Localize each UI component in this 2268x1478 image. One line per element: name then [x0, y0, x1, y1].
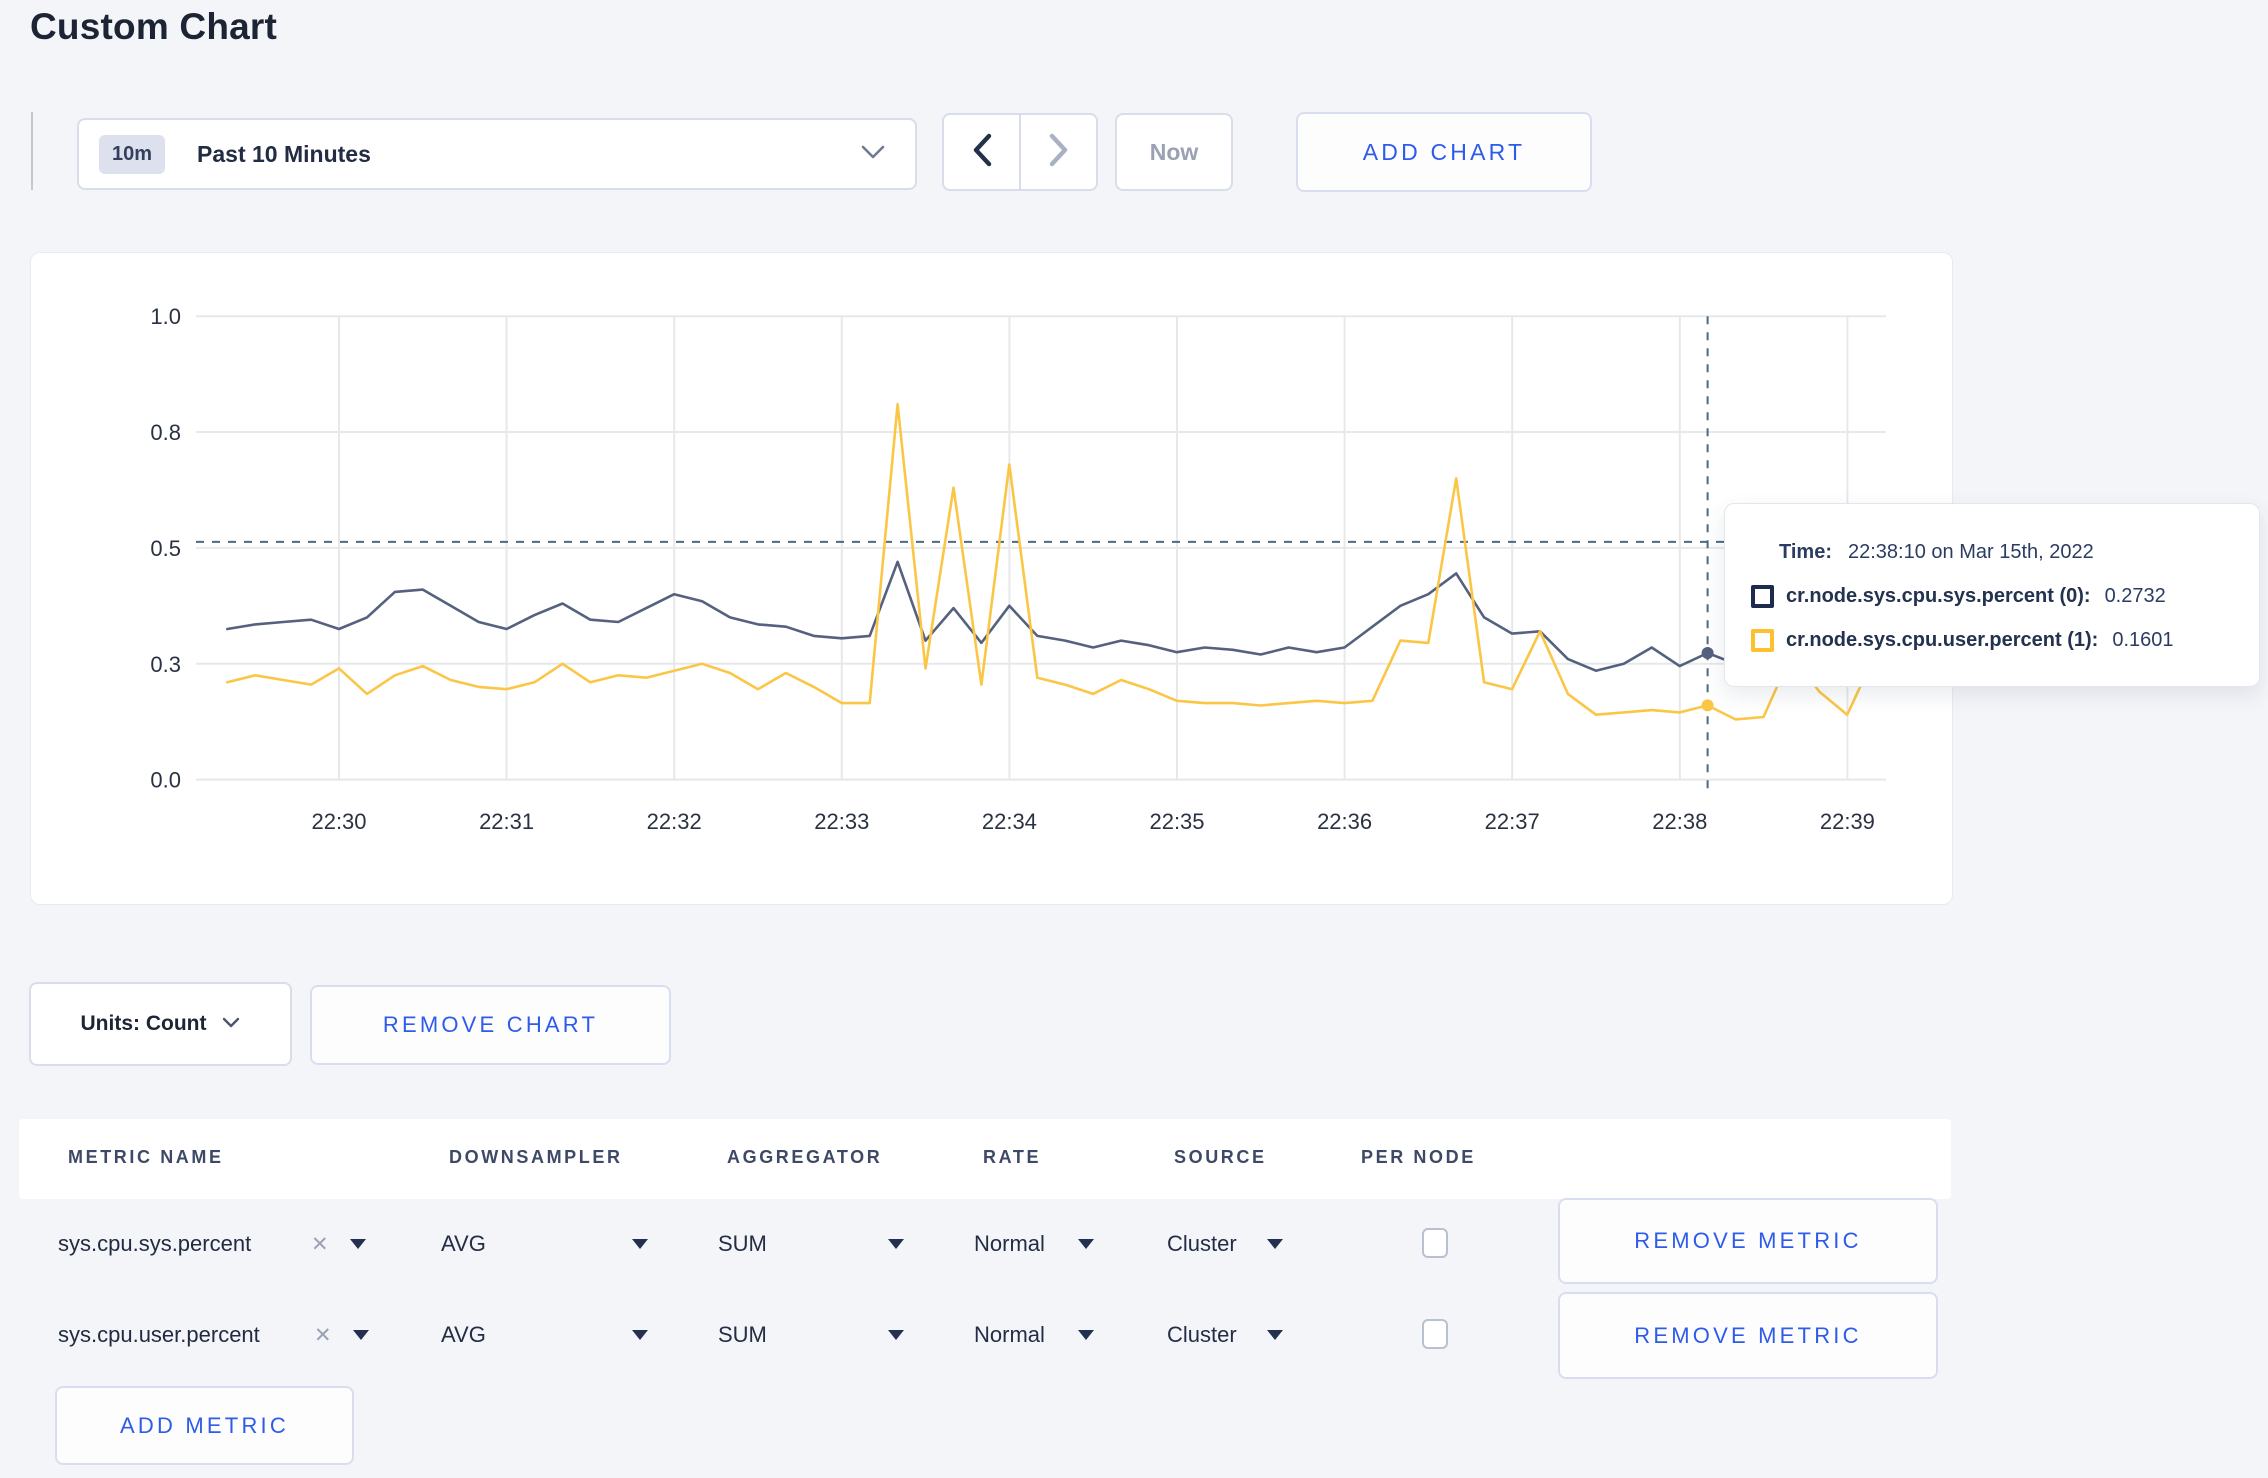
add-metric-button[interactable]: ADD METRIC — [55, 1386, 354, 1465]
source-select[interactable]: Cluster — [1167, 1206, 1237, 1282]
tooltip-series-name: cr.node.sys.cpu.user.percent (1): — [1786, 628, 2099, 651]
svg-text:22:38: 22:38 — [1652, 809, 1707, 834]
svg-text:0.8: 0.8 — [150, 420, 181, 445]
per-node-checkbox[interactable] — [1422, 1228, 1448, 1258]
caret-down-icon[interactable] — [353, 1297, 369, 1373]
column-header-per-node: PER NODE — [1361, 1147, 1476, 1167]
aggregator-value: SUM — [718, 1322, 767, 1347]
add-chart-button[interactable]: ADD CHART — [1296, 112, 1592, 192]
tooltip-series-value: 0.1601 — [2112, 628, 2174, 651]
source-select[interactable]: Cluster — [1167, 1297, 1237, 1373]
clear-metric-icon[interactable]: ✕ — [314, 1297, 332, 1373]
source-value: Cluster — [1167, 1322, 1237, 1347]
tooltip-time-row: Time: 22:38:10 on Mar 15th, 2022 — [1751, 530, 2259, 574]
svg-text:22:35: 22:35 — [1149, 809, 1204, 834]
caret-down-icon[interactable] — [1267, 1297, 1283, 1373]
chevron-down-icon — [222, 1015, 240, 1033]
chevron-right-icon — [1048, 133, 1070, 172]
caret-down-icon[interactable] — [1267, 1206, 1283, 1282]
series-user-swatch-icon — [1751, 628, 1774, 652]
toolbar-left-divider — [31, 112, 33, 190]
svg-text:22:34: 22:34 — [982, 809, 1037, 834]
rate-value: Normal — [974, 1322, 1045, 1347]
tooltip-series-value: 0.2732 — [2104, 584, 2166, 607]
svg-text:1.0: 1.0 — [150, 304, 181, 329]
series-sys-swatch-icon — [1751, 584, 1774, 608]
column-header-metric-name: METRIC NAME — [68, 1147, 224, 1167]
time-range-label: Past 10 Minutes — [197, 140, 371, 167]
caret-down-icon[interactable] — [1078, 1206, 1094, 1282]
chart-hover-tooltip: Time: 22:38:10 on Mar 15th, 2022 cr.node… — [1724, 503, 2260, 687]
svg-text:22:37: 22:37 — [1485, 809, 1540, 834]
aggregator-select[interactable]: SUM — [718, 1206, 767, 1282]
downsampler-select[interactable]: AVG — [441, 1206, 486, 1282]
caret-down-icon[interactable] — [350, 1206, 366, 1282]
cpu-usage-chart[interactable]: 0.0 0.3 0.5 0.8 1.0 22:30 22:31 22:32 22:33 22:34… — [31, 253, 1954, 906]
tooltip-time-value: 22:38:10 on Mar 15th, 2022 — [1847, 540, 2094, 563]
time-nav-group — [942, 113, 1098, 191]
metric-name-select[interactable]: sys.cpu.user.percent — [58, 1297, 260, 1373]
svg-text:22:32: 22:32 — [647, 809, 702, 834]
table-row: sys.cpu.user.percent ✕ AVG SUM Normal Cl… — [0, 1292, 2268, 1379]
time-forward-button[interactable] — [1021, 115, 1096, 189]
svg-text:0.3: 0.3 — [150, 652, 181, 677]
svg-text:22:30: 22:30 — [311, 809, 366, 834]
column-header-source: SOURCE — [1174, 1147, 1267, 1167]
metric-name-label: sys.cpu.user.percent — [58, 1322, 260, 1347]
chevron-left-icon — [971, 133, 993, 172]
aggregator-select[interactable]: SUM — [718, 1297, 767, 1373]
chart-card: 0.0 0.3 0.5 0.8 1.0 22:30 22:31 22:32 22:33 22:34… — [30, 252, 1953, 905]
metric-name-select[interactable]: sys.cpu.sys.percent — [58, 1206, 251, 1282]
svg-text:22:31: 22:31 — [479, 809, 534, 834]
rate-select[interactable]: Normal — [974, 1206, 1045, 1282]
per-node-checkbox[interactable] — [1422, 1319, 1448, 1349]
aggregator-value: SUM — [718, 1231, 767, 1256]
now-button[interactable]: Now — [1115, 113, 1233, 191]
metric-name-label: sys.cpu.sys.percent — [58, 1231, 252, 1256]
downsampler-select[interactable]: AVG — [441, 1297, 486, 1373]
remove-metric-button[interactable]: REMOVE METRIC — [1558, 1292, 1938, 1379]
time-range-badge: 10m — [99, 134, 166, 174]
remove-metric-button[interactable]: REMOVE METRIC — [1558, 1198, 1938, 1284]
tooltip-series-row: cr.node.sys.cpu.user.percent (1): 0.1601 — [1751, 618, 2259, 662]
svg-text:22:36: 22:36 — [1317, 809, 1372, 834]
caret-down-icon[interactable] — [888, 1297, 904, 1373]
caret-down-icon[interactable] — [632, 1297, 648, 1373]
column-header-downsampler: DOWNSAMPLER — [449, 1147, 623, 1167]
svg-text:22:33: 22:33 — [814, 809, 869, 834]
svg-text:0.0: 0.0 — [150, 768, 181, 793]
rate-value: Normal — [974, 1231, 1045, 1256]
column-header-aggregator: AGGREGATOR — [727, 1147, 883, 1167]
tooltip-time-label: Time: — [1779, 540, 1832, 563]
svg-text:22:39: 22:39 — [1820, 809, 1875, 834]
downsampler-value: AVG — [441, 1231, 486, 1256]
page-title: Custom Chart — [30, 6, 278, 47]
tooltip-series-name: cr.node.sys.cpu.sys.percent (0): — [1786, 584, 2091, 607]
caret-down-icon[interactable] — [888, 1206, 904, 1282]
time-range-select[interactable]: 10m Past 10 Minutes — [77, 118, 917, 190]
column-header-rate: RATE — [983, 1147, 1042, 1167]
table-row: sys.cpu.sys.percent ✕ AVG SUM Normal Clu… — [0, 1198, 2268, 1284]
remove-chart-button[interactable]: REMOVE CHART — [310, 985, 671, 1065]
clear-metric-icon[interactable]: ✕ — [311, 1206, 329, 1282]
rate-select[interactable]: Normal — [974, 1297, 1045, 1373]
caret-down-icon[interactable] — [632, 1206, 648, 1282]
tooltip-series-row: cr.node.sys.cpu.sys.percent (0): 0.2732 — [1751, 574, 2259, 618]
downsampler-value: AVG — [441, 1322, 486, 1347]
svg-text:0.5: 0.5 — [150, 536, 181, 561]
caret-down-icon[interactable] — [1078, 1297, 1094, 1373]
time-back-button[interactable] — [944, 115, 1021, 189]
units-label: Units: Count — [80, 1012, 207, 1035]
chevron-down-icon — [861, 145, 885, 164]
source-value: Cluster — [1167, 1231, 1237, 1256]
units-select[interactable]: Units: Count — [29, 982, 292, 1066]
